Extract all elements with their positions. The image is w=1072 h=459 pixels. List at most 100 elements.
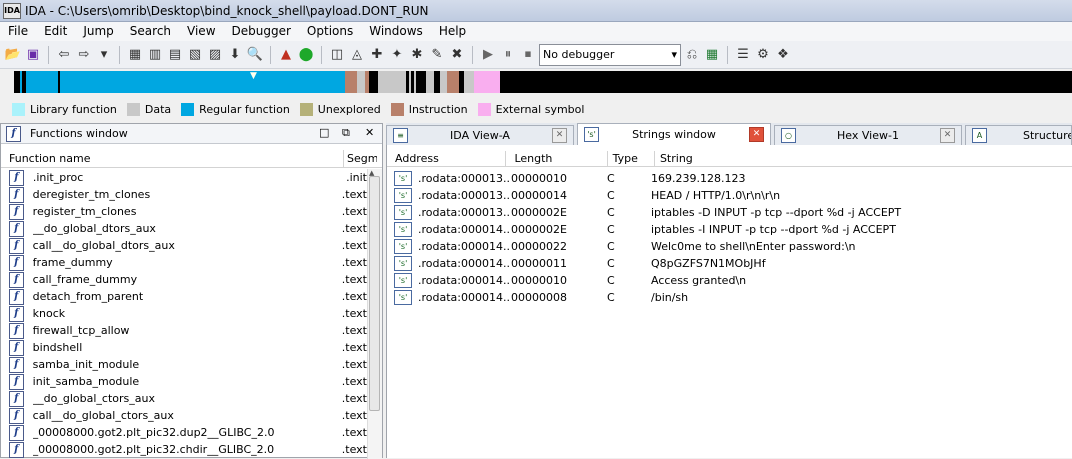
function-icon: f bbox=[9, 237, 24, 254]
struct-offset-icon[interactable]: ▨ bbox=[206, 46, 224, 64]
function-row[interactable]: f _00008000.got2.plt_pic32.dup2__GLIBC_2.… bbox=[1, 424, 367, 441]
nav-seg-instruction bbox=[345, 71, 357, 93]
down-icon[interactable]: ⬇ bbox=[226, 46, 244, 64]
list-icon[interactable]: ☰ bbox=[734, 46, 752, 64]
attach-icon[interactable]: ⎌ bbox=[683, 46, 701, 64]
menu-jump[interactable]: Jump bbox=[75, 22, 121, 41]
string-row[interactable]: 's' .rodata:000014... 00000008 C/bin/sh bbox=[387, 289, 688, 306]
column-segment[interactable]: Segment bbox=[344, 150, 377, 167]
add-icon[interactable]: ✚ bbox=[368, 46, 386, 64]
column-type[interactable]: Type bbox=[608, 151, 655, 166]
nav-band-legend: Library function Data Regular function U… bbox=[0, 97, 1072, 121]
struct-icon[interactable]: ◫ bbox=[328, 46, 346, 64]
column-length[interactable]: Length bbox=[506, 151, 608, 166]
nav-jump-icon[interactable]: ▾ bbox=[95, 46, 113, 64]
functions-list[interactable]: f .init_proc .init f deregister_tm_clones .t… bbox=[1, 169, 367, 459]
function-row[interactable]: f _00008000.got2.plt_pic32.chdir__GLIBC_2… bbox=[1, 441, 367, 458]
tab-close-icon[interactable]: ✕ bbox=[940, 128, 955, 143]
menu-edit[interactable]: Edit bbox=[36, 22, 75, 41]
tab-close-icon[interactable]: ✕ bbox=[552, 128, 567, 143]
tab-close-icon[interactable]: ✕ bbox=[749, 127, 764, 142]
tab-ida-view-a[interactable]: ≡ IDA View-A ✕ bbox=[386, 125, 574, 145]
menu-file[interactable]: File bbox=[0, 22, 36, 41]
menu-debugger[interactable]: Debugger bbox=[224, 22, 299, 41]
plugin-icon[interactable]: ❖ bbox=[774, 46, 792, 64]
string-length: 00000010 bbox=[511, 172, 567, 185]
functions-window-titlebar[interactable]: f Functions window □ ⧉ ✕ bbox=[1, 124, 382, 144]
play-icon[interactable]: ▶ bbox=[479, 46, 497, 64]
string-row[interactable]: 's' .rodata:000013... 0000002E Ciptables -D… bbox=[387, 204, 901, 221]
function-row[interactable]: f call__do_global_dtors_aux .text bbox=[1, 237, 367, 254]
data-icon[interactable]: ▤ bbox=[166, 46, 184, 64]
string-length: 00000011 bbox=[511, 257, 567, 270]
hex-icon[interactable]: ▦ bbox=[126, 46, 144, 64]
pause-icon[interactable]: ⏸ bbox=[499, 46, 517, 64]
toolbar-separator bbox=[321, 45, 322, 64]
function-row[interactable]: f .init_proc .init bbox=[1, 169, 367, 186]
string-row[interactable]: 's' .rodata:000014... 0000002E Ciptables -I… bbox=[387, 221, 896, 238]
function-row[interactable]: f __do_global_dtors_aux .text bbox=[1, 220, 367, 237]
enum-icon[interactable]: ◬ bbox=[348, 46, 366, 64]
run-icon[interactable]: ⬤ bbox=[297, 46, 315, 64]
function-row[interactable]: f frame_dummy .text bbox=[1, 254, 367, 271]
function-row[interactable]: f call_frame_dummy .text bbox=[1, 271, 367, 288]
column-string[interactable]: String bbox=[655, 151, 1072, 166]
function-row[interactable]: f init_samba_module .text bbox=[1, 373, 367, 390]
tools-icon[interactable]: ⚙ bbox=[754, 46, 772, 64]
legend-label-unexplored: Unexplored bbox=[317, 102, 381, 116]
function-row[interactable]: f firewall_tcp_allow .text bbox=[1, 322, 367, 339]
legend-swatch-instruction bbox=[390, 102, 404, 116]
tab-label: Strings window bbox=[632, 128, 716, 141]
function-row[interactable]: f bindshell .text bbox=[1, 339, 367, 356]
menu-windows[interactable]: Windows bbox=[361, 22, 431, 41]
string-row[interactable]: 's' .rodata:000013... 00000010 C 169.239.128… bbox=[387, 170, 745, 187]
string-type: C bbox=[607, 240, 615, 253]
stop-icon[interactable]: ⏹ bbox=[519, 46, 537, 64]
menu-options[interactable]: Options bbox=[299, 22, 361, 41]
back-icon[interactable]: ⇦ bbox=[55, 46, 73, 64]
tab-hex-view-1[interactable]: ○ Hex View-1 ✕ bbox=[774, 125, 962, 145]
restore-icon[interactable]: □ bbox=[319, 126, 329, 139]
open-icon[interactable]: 📂 bbox=[4, 46, 22, 64]
function-row[interactable]: f samba_init_module .text bbox=[1, 356, 367, 373]
close-icon[interactable]: ✕ bbox=[365, 126, 374, 139]
forward-icon[interactable]: ⇨ bbox=[75, 46, 93, 64]
float-icon[interactable]: ⧉ bbox=[342, 126, 350, 140]
string-row[interactable]: 's' .rodata:000014... 00000010 C Access gran… bbox=[387, 272, 746, 289]
search-icon[interactable]: 🔍 bbox=[246, 46, 264, 64]
function-row[interactable]: f register_tm_clones .text bbox=[1, 203, 367, 220]
edit-icon[interactable]: ✎ bbox=[428, 46, 446, 64]
save-icon[interactable]: ▣ bbox=[24, 46, 42, 64]
function-row[interactable]: f detach_from_parent .text bbox=[1, 288, 367, 305]
tab-strings-window[interactable]: 's' Strings window ✕ bbox=[577, 123, 771, 145]
function-icon: f bbox=[9, 203, 24, 220]
navigation-band[interactable]: ▼ bbox=[14, 71, 1072, 93]
nav-seg-black bbox=[369, 71, 378, 93]
column-function-name[interactable]: Function name bbox=[1, 150, 344, 167]
column-address[interactable]: Address bbox=[387, 151, 507, 166]
string-row[interactable]: 's' .rodata:000014... 00000022 C Welc0me to … bbox=[387, 238, 856, 255]
string-row[interactable]: 's' .rodata:000014... 00000011 C Q8pGZFS7N1M… bbox=[387, 255, 766, 272]
function-segment: .text bbox=[341, 273, 367, 286]
menu-search[interactable]: Search bbox=[122, 22, 179, 41]
function-row[interactable]: f deregister_tm_clones .text bbox=[1, 186, 367, 203]
text-icon[interactable]: ▥ bbox=[146, 46, 164, 64]
dbg-icon[interactable]: ▦ bbox=[703, 46, 721, 64]
close-icon[interactable]: ✖ bbox=[448, 46, 466, 64]
function-row[interactable]: f knock .text bbox=[1, 305, 367, 322]
function-icon: f bbox=[9, 356, 24, 373]
string-type: C bbox=[607, 206, 615, 219]
menu-view[interactable]: View bbox=[179, 22, 223, 41]
debugger-select[interactable]: No debugger ▾ bbox=[539, 43, 681, 66]
toolbar-separator bbox=[119, 45, 120, 64]
function-row[interactable]: f __do_global_ctors_aux .text bbox=[1, 390, 367, 407]
functions-scrollbar-thumb[interactable] bbox=[369, 176, 380, 411]
string-row[interactable]: 's' .rodata:000013... 00000014 C HEAD / HTTP… bbox=[387, 187, 780, 204]
func-icon[interactable]: ✦ bbox=[388, 46, 406, 64]
tab-structures[interactable]: A Structures bbox=[965, 125, 1072, 145]
code-icon[interactable]: ▧ bbox=[186, 46, 204, 64]
graph-icon[interactable]: ▲ bbox=[277, 46, 295, 64]
function-row[interactable]: f call__do_global_ctors_aux .text bbox=[1, 407, 367, 424]
menu-help[interactable]: Help bbox=[431, 22, 474, 41]
patch-icon[interactable]: ✱ bbox=[408, 46, 426, 64]
